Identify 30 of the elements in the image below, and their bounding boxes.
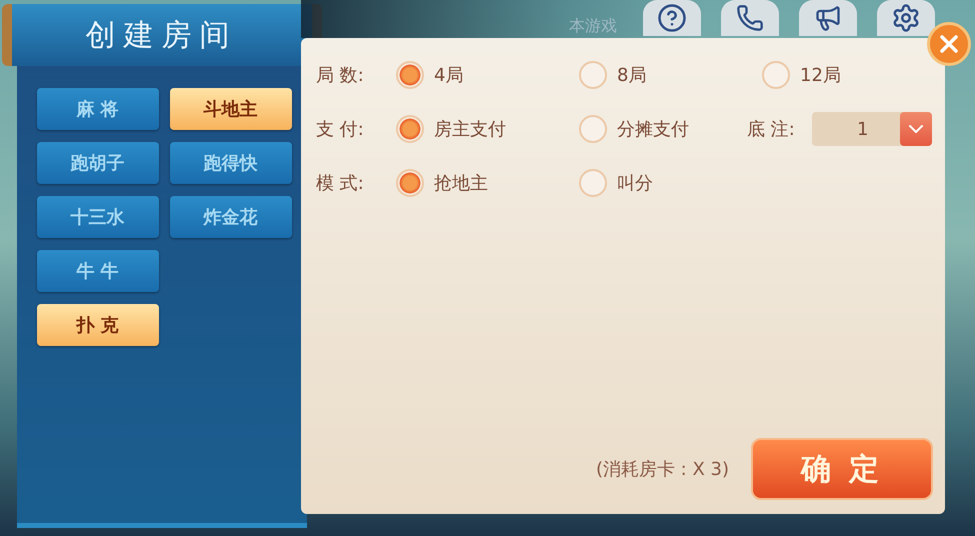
help-icon[interactable] (643, 0, 701, 36)
radio-button[interactable] (579, 61, 607, 89)
megaphone-icon[interactable] (799, 0, 857, 36)
radio-button[interactable] (579, 169, 607, 197)
radio-label[interactable]: 4局 (434, 63, 464, 87)
radio-label[interactable]: 分摊支付 (617, 117, 689, 141)
radio-button[interactable] (396, 61, 424, 89)
game-tab[interactable]: 扑 克 (36, 304, 158, 346)
settings-icon[interactable] (877, 0, 935, 36)
radio-label[interactable]: 8局 (617, 63, 646, 87)
radio-label[interactable]: 抢地主 (434, 171, 488, 195)
dialog-title: 创建房间 (2, 4, 322, 66)
radio-button[interactable] (396, 169, 424, 197)
radio-button[interactable] (579, 115, 607, 143)
cost-text: (消耗房卡 : X 3) (596, 458, 729, 481)
bet-label: 底 注: (747, 118, 796, 141)
radio-label[interactable]: 房主支付 (434, 117, 506, 141)
option-label: 模 式: (316, 172, 365, 195)
radio-label[interactable]: 12局 (800, 63, 841, 87)
radio-label[interactable]: 叫分 (617, 171, 653, 195)
notice-text: 本游戏 (569, 16, 617, 37)
radio-button[interactable] (762, 61, 790, 89)
option-label: 支 付: (316, 118, 365, 141)
close-button[interactable] (927, 22, 971, 66)
bet-select[interactable]: 1 (812, 112, 932, 146)
telephone-icon[interactable] (721, 0, 779, 36)
radio-button[interactable] (396, 115, 424, 143)
option-label: 局 数: (316, 64, 365, 87)
chevron-down-icon[interactable] (900, 112, 932, 146)
game-tab[interactable]: 斗地主 (170, 88, 292, 130)
